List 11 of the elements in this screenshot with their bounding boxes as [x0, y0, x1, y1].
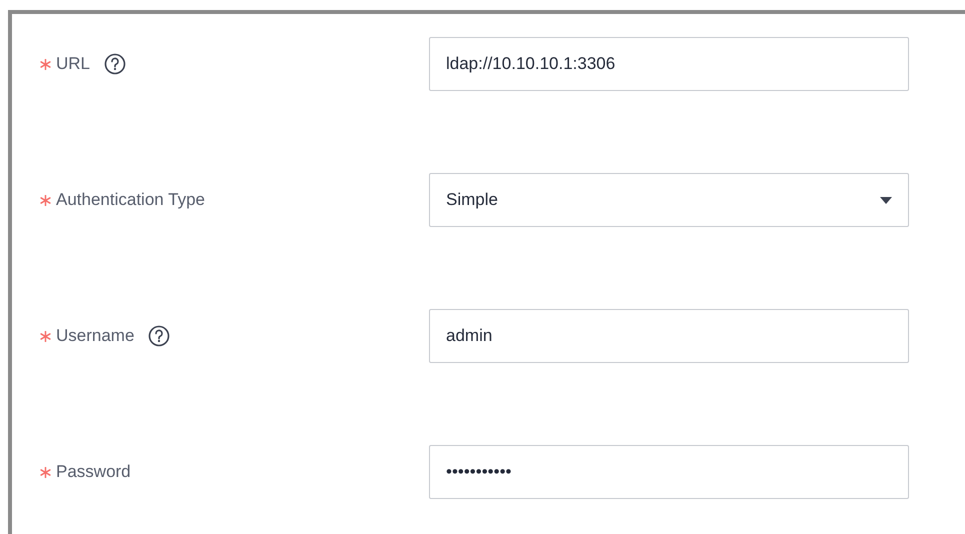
select-field[interactable]: Simple [429, 173, 909, 227]
help-icon[interactable] [104, 53, 126, 75]
input-field[interactable]: ldap://10.10.10.1:3306 [429, 37, 909, 91]
field-label: Authentication Type [56, 190, 206, 210]
caret-icon [880, 196, 892, 204]
field-label: URL [56, 54, 90, 74]
password-field[interactable]: ••••••••••• [429, 445, 909, 499]
field-label: Password [56, 462, 131, 482]
field-label: Username [56, 326, 134, 346]
help-icon[interactable] [148, 325, 170, 347]
input-field[interactable]: admin [429, 309, 909, 363]
